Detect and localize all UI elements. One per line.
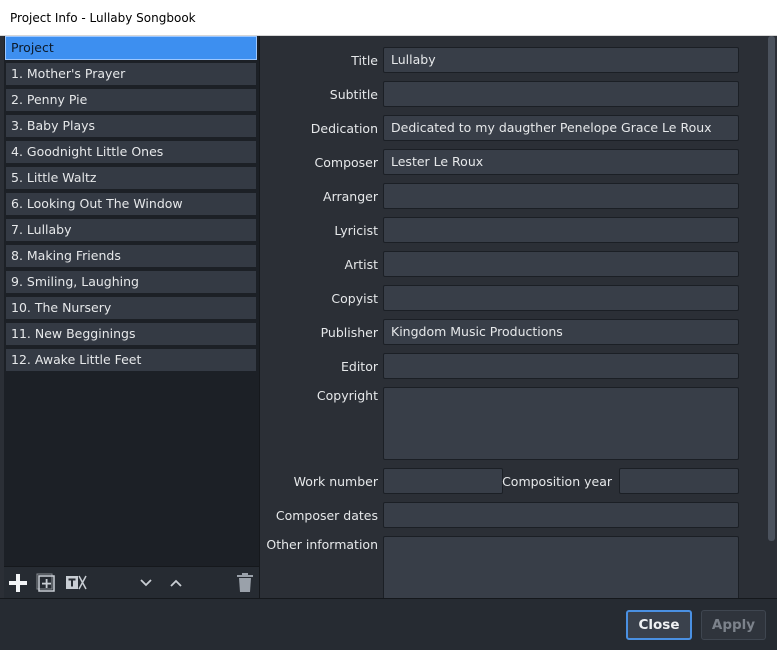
composition-year-field[interactable] bbox=[619, 468, 739, 494]
list-item[interactable]: 12. Awake Little Feet bbox=[5, 348, 257, 372]
add-box-icon bbox=[36, 573, 55, 592]
dialog-button-bar: Close Apply bbox=[0, 598, 777, 650]
score-list-panel: Project 1. Mother's Prayer 2. Penny Pie … bbox=[4, 36, 260, 599]
title-bar: Project Info - Lullaby Songbook bbox=[0, 0, 777, 36]
list-item[interactable]: 8. Making Friends bbox=[5, 244, 257, 268]
project-info-dialog: Project Info - Lullaby Songbook Project … bbox=[0, 0, 777, 650]
list-item[interactable]: 3. Baby Plays bbox=[5, 114, 257, 138]
arranger-field[interactable] bbox=[383, 183, 739, 209]
editor-field[interactable] bbox=[383, 353, 739, 379]
publisher-label: Publisher bbox=[320, 325, 378, 340]
copyist-field[interactable] bbox=[383, 285, 739, 311]
list-item[interactable]: 9. Smiling, Laughing bbox=[5, 270, 257, 294]
plus-icon bbox=[9, 574, 27, 592]
list-item[interactable]: 2. Penny Pie bbox=[5, 88, 257, 112]
composer-field[interactable]: Lester Le Roux bbox=[383, 149, 739, 175]
dedication-field[interactable]: Dedicated to my daugther Penelope Grace … bbox=[383, 115, 739, 141]
trash-icon bbox=[237, 573, 253, 592]
publisher-field[interactable]: Kingdom Music Productions bbox=[383, 319, 739, 345]
close-button[interactable]: Close bbox=[626, 610, 692, 640]
artist-label: Artist bbox=[344, 257, 378, 272]
work-number-field[interactable] bbox=[383, 468, 503, 494]
editor-label: Editor bbox=[341, 359, 378, 374]
composer-label: Composer bbox=[314, 155, 378, 170]
copyright-label: Copyright bbox=[316, 388, 378, 403]
list-item[interactable]: 5. Little Waltz bbox=[5, 166, 257, 190]
list-item[interactable]: 10. The Nursery bbox=[5, 296, 257, 320]
chevron-up-icon bbox=[170, 579, 182, 587]
chevron-down-icon bbox=[140, 579, 152, 587]
composer-dates-field[interactable] bbox=[383, 502, 739, 528]
list-item[interactable]: 6. Looking Out The Window bbox=[5, 192, 257, 216]
apply-button[interactable]: Apply bbox=[701, 610, 766, 640]
work-number-label: Work number bbox=[293, 474, 378, 489]
artist-field[interactable] bbox=[383, 251, 739, 277]
title-field[interactable]: Lullaby bbox=[383, 47, 739, 73]
title-frame-button[interactable] bbox=[64, 571, 88, 595]
project-info-form: Title Lullaby Subtitle Dedication Dedica… bbox=[262, 36, 766, 598]
move-down-button[interactable] bbox=[134, 571, 158, 595]
other-information-label: Other information bbox=[266, 537, 378, 552]
copyright-field[interactable] bbox=[383, 387, 739, 460]
list-item[interactable]: 1. Mother's Prayer bbox=[5, 62, 257, 86]
score-list-toolbar bbox=[4, 566, 259, 599]
scrollbar-thumb[interactable] bbox=[768, 36, 775, 541]
composer-dates-label: Composer dates bbox=[275, 508, 378, 523]
list-item[interactable]: 7. Lullaby bbox=[5, 218, 257, 242]
list-item[interactable]: 4. Goodnight Little Ones bbox=[5, 140, 257, 164]
arranger-label: Arranger bbox=[323, 189, 378, 204]
window-title: Project Info - Lullaby Songbook bbox=[10, 11, 196, 25]
add-score-button[interactable] bbox=[34, 571, 58, 595]
other-information-field[interactable] bbox=[383, 536, 739, 598]
form-scrollbar[interactable] bbox=[766, 36, 777, 598]
add-button[interactable] bbox=[6, 571, 30, 595]
title-label: Title bbox=[351, 53, 378, 68]
delete-button[interactable] bbox=[233, 571, 257, 595]
lyricist-label: Lyricist bbox=[334, 223, 378, 238]
copyist-label: Copyist bbox=[331, 291, 378, 306]
list-item-project[interactable]: Project bbox=[5, 36, 257, 60]
composition-year-label: Composition year bbox=[502, 474, 612, 489]
list-item[interactable]: 11. New Begginings bbox=[5, 322, 257, 346]
subtitle-label: Subtitle bbox=[329, 87, 378, 102]
text-remove-icon bbox=[66, 575, 87, 590]
subtitle-field[interactable] bbox=[383, 81, 739, 107]
move-up-button[interactable] bbox=[164, 571, 188, 595]
lyricist-field[interactable] bbox=[383, 217, 739, 243]
dedication-label: Dedication bbox=[310, 121, 378, 136]
